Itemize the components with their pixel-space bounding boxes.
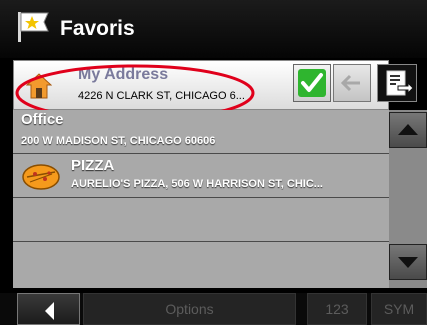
back-arrow-button[interactable] xyxy=(333,64,371,102)
arrow-left-icon xyxy=(340,74,360,92)
favorites-list: Office 200 W MADISON ST, CHICAGO 60606 P… xyxy=(13,110,389,288)
details-button[interactable] xyxy=(377,64,417,102)
triangle-up-icon xyxy=(398,124,418,135)
item-title: Office xyxy=(21,111,64,128)
item-title: PIZZA xyxy=(71,157,115,174)
page-title: Favoris xyxy=(60,17,135,40)
item-subtitle: AURELIO'S PIZZA, 506 W HARRISON ST, CHIC… xyxy=(71,178,323,190)
checkmark-icon xyxy=(298,69,326,97)
header-bar: Favoris xyxy=(0,0,427,58)
scroll-up-button[interactable] xyxy=(389,112,427,148)
bottom-toolbar: Options 123 SYM xyxy=(0,293,427,325)
list-item-empty[interactable] xyxy=(13,198,389,242)
back-triangle-icon xyxy=(45,302,54,320)
document-arrow-icon xyxy=(386,70,414,96)
scroll-down-button[interactable] xyxy=(389,244,427,280)
list-item-empty[interactable] xyxy=(13,242,389,288)
list-item-office[interactable]: Office 200 W MADISON ST, CHICAGO 60606 xyxy=(13,110,389,154)
favorites-flag-icon xyxy=(18,12,49,42)
pizza-icon xyxy=(22,164,60,190)
back-button[interactable] xyxy=(17,293,80,325)
confirm-button[interactable] xyxy=(293,64,331,102)
triangle-down-icon xyxy=(398,257,418,268)
item-subtitle: 200 W MADISON ST, CHICAGO 60606 xyxy=(21,135,216,147)
favorites-screen: Favoris My Address 4226 N CLARK ST, CHIC… xyxy=(0,0,427,325)
options-button[interactable]: Options xyxy=(83,293,296,325)
numeric-keyboard-button[interactable]: 123 xyxy=(307,293,367,325)
symbol-keyboard-button[interactable]: SYM xyxy=(371,293,427,325)
list-item-pizza[interactable]: PIZZA AURELIO'S PIZZA, 506 W HARRISON ST… xyxy=(13,154,389,198)
